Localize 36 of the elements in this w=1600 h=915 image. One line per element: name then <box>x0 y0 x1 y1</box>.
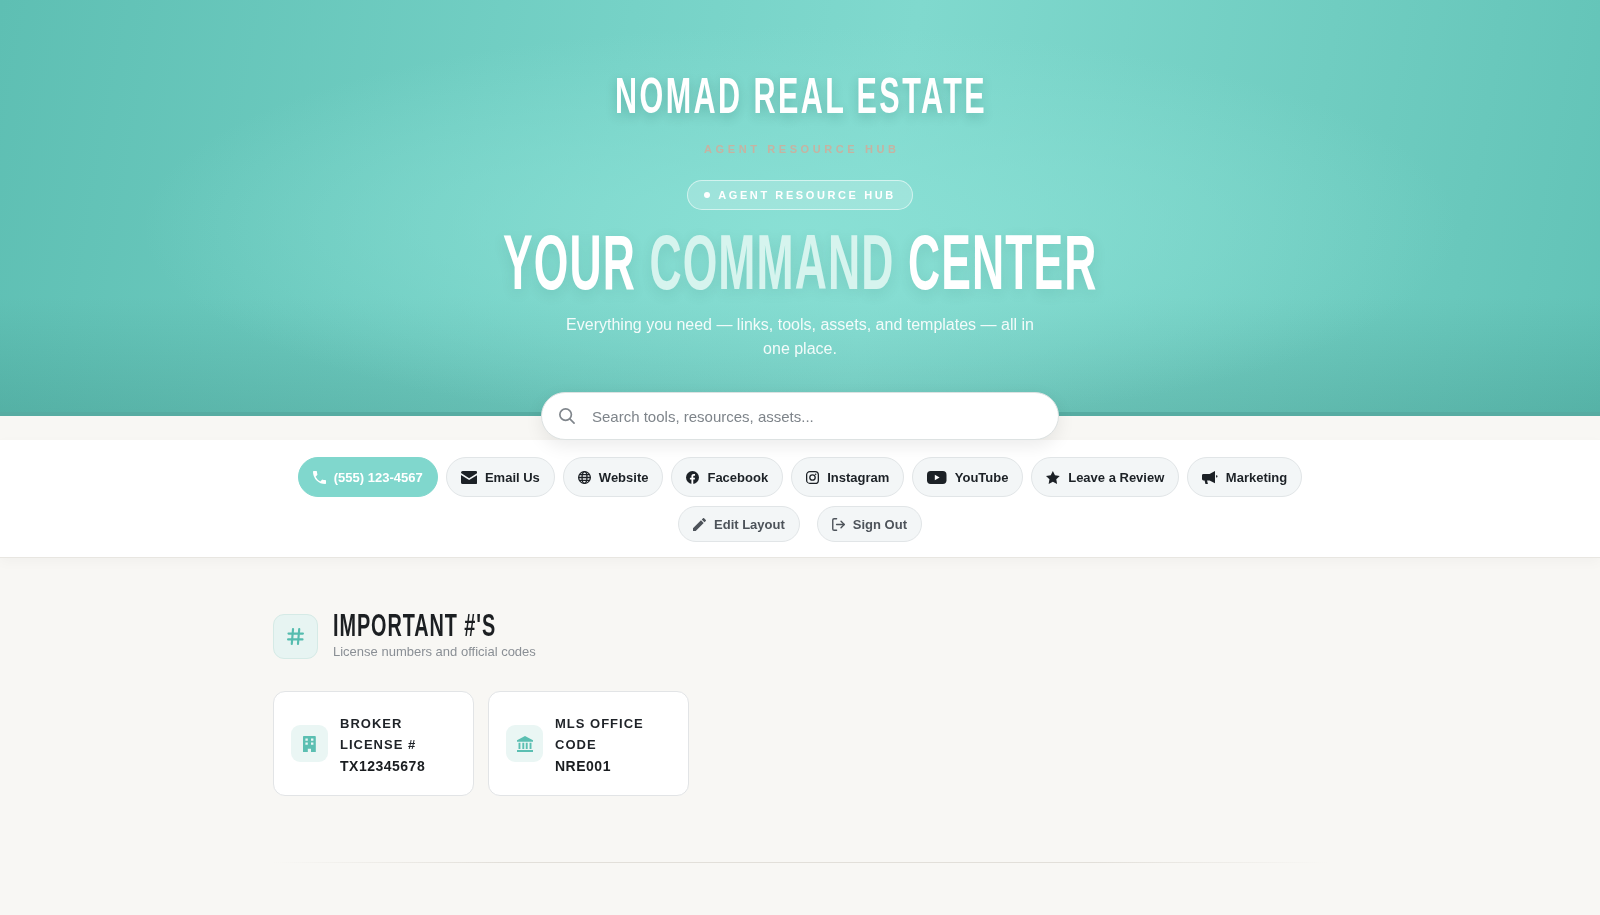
badge-label: AGENT RESOURCE HUB <box>718 188 896 202</box>
star-icon <box>1046 470 1061 484</box>
search-field[interactable]: Search tools, resources, assets... <box>541 392 1059 440</box>
card-value: NRE001 <box>555 756 611 775</box>
section-subtitle: License numbers and official codes <box>333 643 536 661</box>
card-label: MLS OFFICE CODE <box>555 714 645 754</box>
sign-out-button[interactable]: Sign Out <box>816 506 922 542</box>
review-button[interactable]: Leave a Review <box>1031 457 1180 497</box>
edit-layout-button[interactable]: Edit Layout <box>678 506 800 542</box>
hash-icon <box>273 614 318 659</box>
envelope-icon <box>460 470 477 484</box>
instagram-icon <box>806 470 820 484</box>
section-title: IMPORTANT #'S <box>333 609 497 641</box>
brand-tagline: AGENT RESOURCE HUB <box>703 142 900 156</box>
globe-icon <box>577 470 591 484</box>
card-label: BROKER LICENSE # <box>340 714 418 754</box>
dot-icon <box>704 192 711 198</box>
youtube-icon <box>927 470 947 484</box>
facebook-button[interactable]: Facebook <box>671 457 784 497</box>
building-icon <box>291 725 328 762</box>
instagram-button[interactable]: Instagram <box>791 457 905 497</box>
hero-description: Everything you need — links, tools, assets, and templates — all in one place. <box>565 315 1035 359</box>
search-icon <box>559 408 575 424</box>
facebook-icon <box>686 470 700 484</box>
megaphone-icon <box>1202 470 1218 484</box>
marketing-button[interactable]: Marketing <box>1187 457 1303 497</box>
sign-out-icon <box>831 517 845 531</box>
youtube-button[interactable]: YouTube <box>912 457 1024 497</box>
email-button[interactable]: Email Us <box>445 457 555 497</box>
phone-icon <box>312 470 326 484</box>
card-value: TX12345678 <box>340 756 426 775</box>
website-button[interactable]: Website <box>562 457 664 497</box>
bank-icon <box>506 725 543 762</box>
brand-title: NOMAD REAL ESTATE <box>614 71 988 121</box>
pencil-icon <box>693 517 706 531</box>
hero-headline: YOUR COMMAND CENTER <box>502 223 1098 301</box>
